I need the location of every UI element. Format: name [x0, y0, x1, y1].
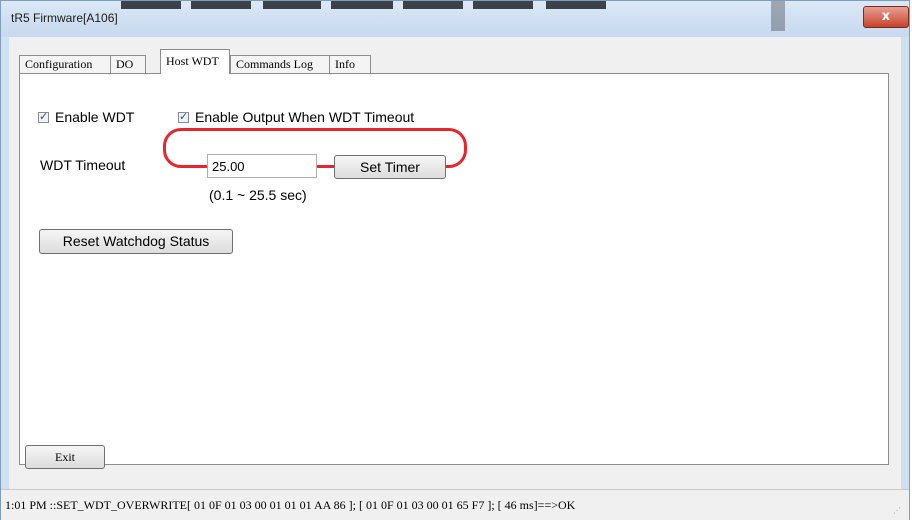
- tab-label: Info: [335, 57, 355, 71]
- background-blur: [403, 1, 463, 9]
- set-timer-label: Set Timer: [360, 159, 420, 175]
- enable-wdt-label: Enable WDT: [55, 109, 135, 125]
- window-title: tR5 Firmware[A106]: [11, 11, 118, 25]
- tab-configuration[interactable]: Configuration: [19, 55, 111, 73]
- checkbox-checked-icon[interactable]: [178, 110, 189, 123]
- set-timer-button[interactable]: Set Timer: [334, 155, 446, 179]
- tab-host-wdt[interactable]: Host WDT: [160, 49, 230, 74]
- tab-label: Configuration: [25, 57, 93, 71]
- status-message: 1:01 PM ::SET_WDT_OVERWRITE[ 01 0F 01 03…: [5, 498, 576, 512]
- enable-output-label: Enable Output When WDT Timeout: [195, 109, 415, 125]
- background-blur: [121, 1, 181, 9]
- reset-watchdog-button[interactable]: Reset Watchdog Status: [39, 229, 233, 254]
- background-blur: [331, 1, 393, 9]
- exit-button[interactable]: Exit: [25, 445, 105, 469]
- background-blur: [771, 1, 785, 31]
- exit-label: Exit: [55, 450, 75, 464]
- tab-label: Host WDT: [166, 54, 219, 68]
- tab-do[interactable]: DO: [110, 55, 146, 73]
- host-wdt-panel: Enable WDT Enable Output When WDT Timeou…: [19, 73, 889, 465]
- status-bar: 1:01 PM ::SET_WDT_OVERWRITE[ 01 0F 01 03…: [1, 489, 909, 520]
- background-blur: [191, 1, 251, 9]
- tab-info[interactable]: Info: [329, 55, 371, 73]
- enable-output-checkbox[interactable]: Enable Output When WDT Timeout: [178, 109, 414, 125]
- checkbox-checked-icon[interactable]: [38, 110, 49, 123]
- enable-wdt-checkbox[interactable]: Enable WDT: [38, 109, 134, 125]
- reset-watchdog-label: Reset Watchdog Status: [62, 233, 210, 249]
- wdt-timeout-input[interactable]: [207, 154, 317, 178]
- close-button[interactable]: x: [863, 6, 909, 28]
- background-blur: [473, 1, 533, 9]
- tab-label: DO: [116, 57, 134, 71]
- title-bar[interactable]: tR5 Firmware[A106] x: [1, 1, 909, 37]
- timeout-range-hint: (0.1 ~ 25.5 sec): [209, 187, 307, 203]
- background-blur: [263, 1, 321, 9]
- wdt-timeout-label: WDT Timeout: [40, 157, 126, 173]
- tab-label: Commands Log: [236, 57, 313, 71]
- tab-commands-log[interactable]: Commands Log: [230, 55, 330, 73]
- resize-grip-icon[interactable]: ⋰: [893, 506, 903, 516]
- close-icon: x: [881, 9, 891, 24]
- background-blur: [546, 1, 606, 9]
- app-window: tR5 Firmware[A106] x Configuration DO Ho…: [0, 0, 910, 520]
- client-area: Configuration DO Host WDT Commands Log I…: [9, 37, 901, 513]
